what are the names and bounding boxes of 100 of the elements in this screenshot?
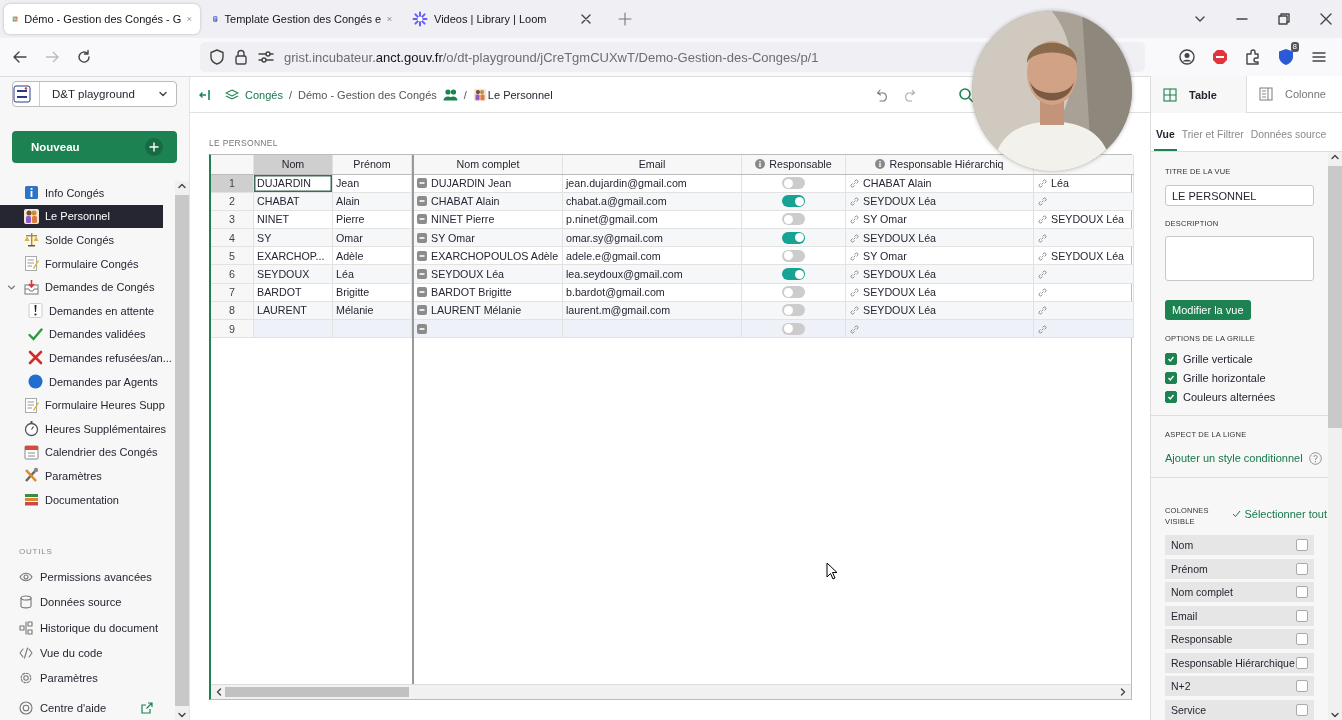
edit-view-button[interactable]: Modifier la vue	[1165, 300, 1251, 321]
table-cell: BARDOT	[257, 286, 302, 299]
sidebar-item[interactable]: Demandes validées	[0, 322, 175, 347]
table-cell: SY Omar	[863, 213, 907, 226]
table-cell: SEYDOUX Léa	[863, 195, 937, 208]
sidebar-item[interactable]: Historique du document	[0, 614, 176, 641]
section-title: LE PERSONNEL	[209, 138, 278, 148]
table-cell: Alain	[336, 195, 360, 208]
table-cell: CHABAT	[257, 195, 300, 208]
column-header[interactable]: Responsable	[755, 158, 832, 171]
table-cell: Léa	[336, 268, 354, 281]
column-header[interactable]: Prénom	[353, 158, 391, 171]
sidebar-item[interactable]: Vue du code	[0, 640, 176, 666]
table-cell: SY Omar	[863, 249, 907, 262]
sidebar-item[interactable]: Calendrier des Congés	[0, 440, 163, 465]
sidebar-item[interactable]: Le Personnel	[0, 204, 163, 229]
table-cell: DUJARDIN Jean	[431, 177, 512, 190]
table-cell: SEYDOUX Léa	[1051, 213, 1125, 226]
table-cell: chabat.a@gmail.com	[566, 195, 667, 208]
table-cell: BARDOT Brigitte	[431, 286, 512, 299]
new-button[interactable]: Nouveau	[12, 131, 177, 163]
column-item[interactable]: Nom	[1165, 535, 1314, 556]
checkbox-label: Grille verticale	[1183, 352, 1253, 365]
sidebar-item[interactable]: Info Congés	[0, 181, 163, 205]
browser-tab[interactable]: Videos | Library | Loom	[404, 4, 600, 34]
table-cell: SEYDOUX Léa	[1051, 249, 1125, 262]
table-cell: EXARCHOP...	[257, 249, 325, 262]
table-cell: SY	[257, 231, 272, 244]
sidebar-item[interactable]: Permissions avancées	[0, 564, 176, 590]
table-cell: NINET	[257, 213, 290, 226]
browser-tab[interactable]: Démo - Gestion des Congés - G	[4, 4, 200, 34]
table-cell: b.bardot@gmail.com	[566, 286, 665, 299]
breadcrumb-separator: /	[463, 88, 467, 101]
sidebar-item[interactable]: Paramètres	[0, 665, 176, 691]
column-item[interactable]: Service	[1165, 699, 1314, 720]
sidebar-item[interactable]: Demandes par Agents	[0, 369, 175, 394]
conditional-style-link[interactable]: Ajouter un style conditionnel	[1165, 452, 1303, 465]
table-cell: Adèle	[336, 249, 364, 262]
help-link[interactable]: Centre d'aide	[0, 696, 176, 720]
breadcrumb-link[interactable]: Congés	[245, 88, 283, 101]
browser-tab[interactable]: Template Gestion des Congés e	[204, 4, 400, 34]
column-item[interactable]: Responsable	[1165, 629, 1314, 650]
table-cell: p.ninet@gmail.com	[566, 213, 658, 226]
column-item[interactable]: Responsable Hiérarchique	[1165, 652, 1314, 673]
select-all-link[interactable]: Sélectionner tout	[1232, 507, 1327, 520]
sidebar-item[interactable]: Paramètres	[0, 464, 163, 488]
section-heading: OUTILS	[19, 547, 54, 557]
breadcrumb-separator: /	[288, 88, 292, 101]
table-cell: NINET Pierre	[431, 213, 495, 226]
table-cell: laurent.m@gmail.com	[566, 304, 671, 317]
table-cell: DUJARDIN	[257, 177, 312, 190]
table-cell: SEYDOUX Léa	[431, 268, 505, 281]
panel-subtab[interactable]: Trier et Filtrer	[1179, 129, 1246, 151]
table-cell: LAURENT	[257, 304, 307, 317]
sidebar-item[interactable]: Demandes refusées/an...	[0, 346, 175, 370]
sidebar-item[interactable]: Données source	[0, 589, 176, 615]
column-item[interactable]: Nom complet	[1165, 582, 1314, 603]
panel-subtab[interactable]: Vue	[1154, 129, 1177, 151]
column-header[interactable]: Email	[638, 158, 666, 171]
column-header[interactable]: Responsable Hiérarchiq	[875, 158, 1004, 171]
table-cell: SEYDOUX Léa	[863, 304, 937, 317]
table-cell: EXARCHOPOULOS Adèle	[431, 249, 559, 262]
badge: 8	[1290, 42, 1299, 52]
sidebar-item[interactable]: Formulaire Congés	[0, 251, 163, 276]
table-cell: Brigitte	[336, 286, 370, 299]
row-number[interactable]: 9	[211, 320, 254, 338]
table-cell: LAURENT Mélanie	[431, 304, 522, 317]
column-item[interactable]: Prénom	[1165, 558, 1314, 579]
table-cell: SEYDOUX Léa	[863, 268, 937, 281]
table-cell: CHABAT Alain	[863, 177, 932, 190]
row-number[interactable]: 5	[211, 247, 254, 265]
table-cell: lea.seydoux@gmail.com	[566, 268, 683, 281]
table-cell: adele.e@gmail.com	[566, 249, 661, 262]
table-cell: Pierre	[336, 213, 365, 226]
table-cell: SEYDOUX Léa	[863, 286, 937, 299]
panel-subtab[interactable]: Données source	[1248, 129, 1329, 151]
table-cell: jean.dujardin@gmail.com	[566, 177, 687, 190]
workspace-selector[interactable]: D&T playground	[12, 81, 177, 107]
sidebar-item[interactable]: Formulaire Heures Supp	[0, 393, 163, 417]
table-cell: SEYDOUX Léa	[863, 231, 937, 244]
checkbox-label: Couleurs alternées	[1183, 391, 1276, 404]
table-cell: omar.sy@gmail.com	[566, 231, 663, 244]
sidebar-item[interactable]: Documentation	[0, 487, 163, 512]
sidebar-item[interactable]: Solde Congés	[0, 228, 163, 252]
table-cell: Omar	[336, 231, 363, 244]
table-cell: SEYDOUX	[257, 268, 310, 281]
title-field[interactable]: LE PERSONNEL	[1165, 185, 1314, 207]
sidebar-item[interactable]: Demandes en attente	[0, 298, 175, 323]
column-item[interactable]: Email	[1165, 605, 1314, 626]
table-cell: Jean	[336, 177, 360, 190]
document-title[interactable]: Démo - Gestion des Congés	[298, 88, 437, 101]
table-cell: Léa	[1051, 177, 1069, 190]
page-title: Le Personnel	[487, 88, 553, 101]
table-cell: CHABAT Alain	[431, 195, 500, 208]
panel-tab[interactable]: Colonne	[1246, 76, 1342, 113]
sidebar-item[interactable]: Demandes de Congés	[0, 275, 163, 299]
checkbox-label: Grille horizontale	[1183, 372, 1266, 384]
column-item[interactable]: N+2	[1165, 676, 1314, 697]
table-cell: SY Omar	[431, 231, 475, 244]
column-header[interactable]: Nom complet	[456, 158, 520, 171]
